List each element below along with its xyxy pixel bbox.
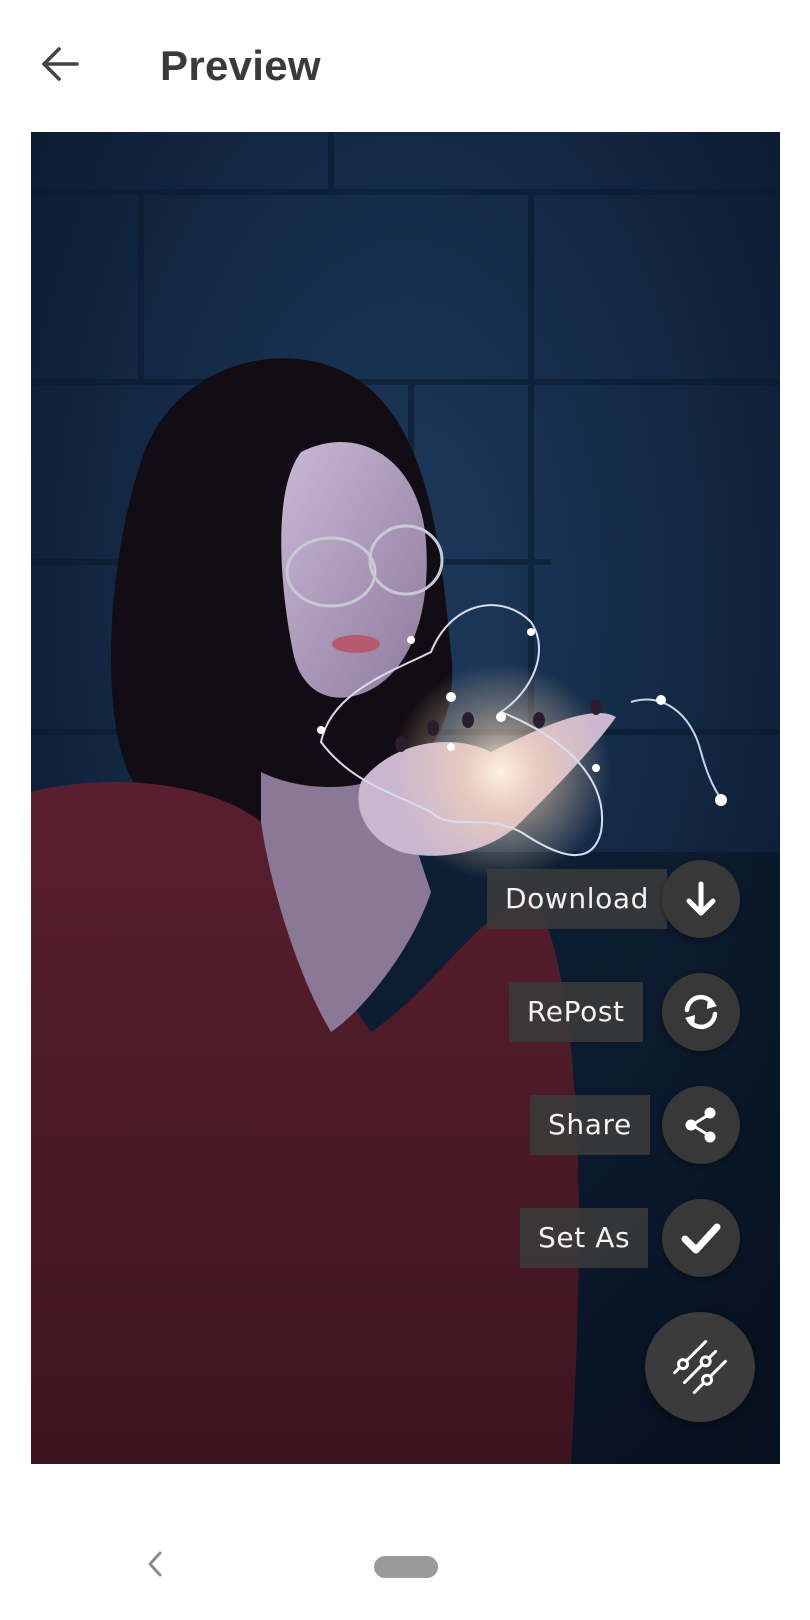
- arrow-left-icon: [40, 44, 80, 89]
- repost-button[interactable]: [662, 973, 740, 1051]
- sliders-icon: [670, 1337, 730, 1397]
- edit-fab-button[interactable]: [645, 1312, 755, 1422]
- repost-label[interactable]: RePost: [509, 982, 643, 1042]
- page-title: Preview: [160, 42, 321, 89]
- share-icon: [681, 1105, 721, 1145]
- share-label[interactable]: Share: [530, 1095, 650, 1155]
- photo-image: [31, 132, 780, 1464]
- download-label[interactable]: Download: [487, 869, 667, 929]
- set-as-label[interactable]: Set As: [520, 1208, 649, 1268]
- top-app-bar: Preview: [0, 0, 810, 132]
- home-pill[interactable]: [374, 1556, 438, 1578]
- refresh-icon: [679, 990, 723, 1034]
- check-icon: [679, 1216, 723, 1260]
- photo-preview[interactable]: Download RePost Share Set As: [31, 132, 780, 1464]
- system-back-button[interactable]: [140, 1548, 170, 1584]
- back-button[interactable]: [36, 42, 84, 90]
- arrow-down-icon: [681, 879, 721, 919]
- download-button[interactable]: [662, 860, 740, 938]
- chevron-left-icon: [145, 1549, 165, 1584]
- app-screen: Preview Download RePost Share Set As: [0, 0, 810, 1620]
- share-button[interactable]: [662, 1086, 740, 1164]
- set-as-button[interactable]: [662, 1199, 740, 1277]
